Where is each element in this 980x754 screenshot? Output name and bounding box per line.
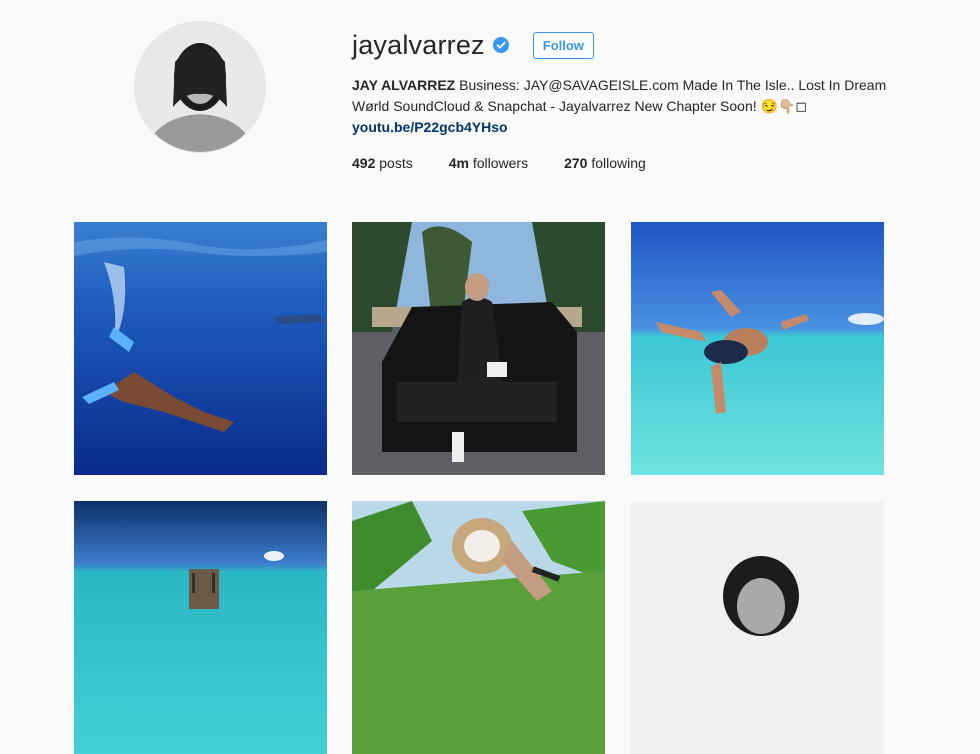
username: jayalvarrez: [352, 29, 485, 60]
name-row: jayalvarrez Follow: [352, 28, 912, 62]
bio-link[interactable]: youtu.be/P22gcb4YHso: [352, 117, 508, 138]
following-count: 270: [564, 155, 588, 171]
following-stat[interactable]: 270 following: [564, 155, 646, 171]
posts-stat: 492 posts: [352, 155, 413, 171]
post-tile-suv[interactable]: [352, 222, 605, 475]
followers-label: followers: [468, 155, 529, 171]
post-tile-underwater[interactable]: [74, 222, 327, 475]
verified-badge-icon: [492, 37, 509, 53]
follow-button[interactable]: Follow: [532, 31, 594, 59]
post-tile-dock[interactable]: [74, 501, 327, 754]
post-tile-coconut[interactable]: [352, 501, 605, 754]
profile-header: jayalvarrez Follow JAY ALVARREZ Business…: [352, 28, 912, 172]
full-name: JAY ALVARREZ: [352, 77, 456, 93]
posts-label: posts: [375, 155, 413, 171]
post-tile-jump[interactable]: [631, 222, 884, 475]
followers-stat[interactable]: 4m followers: [449, 155, 528, 171]
posts-count: 492: [352, 155, 376, 171]
bio: JAY ALVARREZ Business: JAY@SAVAGEISLE.co…: [352, 75, 892, 138]
post-tile-portrait[interactable]: [631, 501, 884, 754]
profile-stats: 492 posts 4m followers 270 following: [352, 155, 912, 171]
following-label: following: [587, 155, 646, 171]
followers-count: 4m: [448, 155, 469, 171]
profile-avatar[interactable]: [134, 21, 266, 153]
